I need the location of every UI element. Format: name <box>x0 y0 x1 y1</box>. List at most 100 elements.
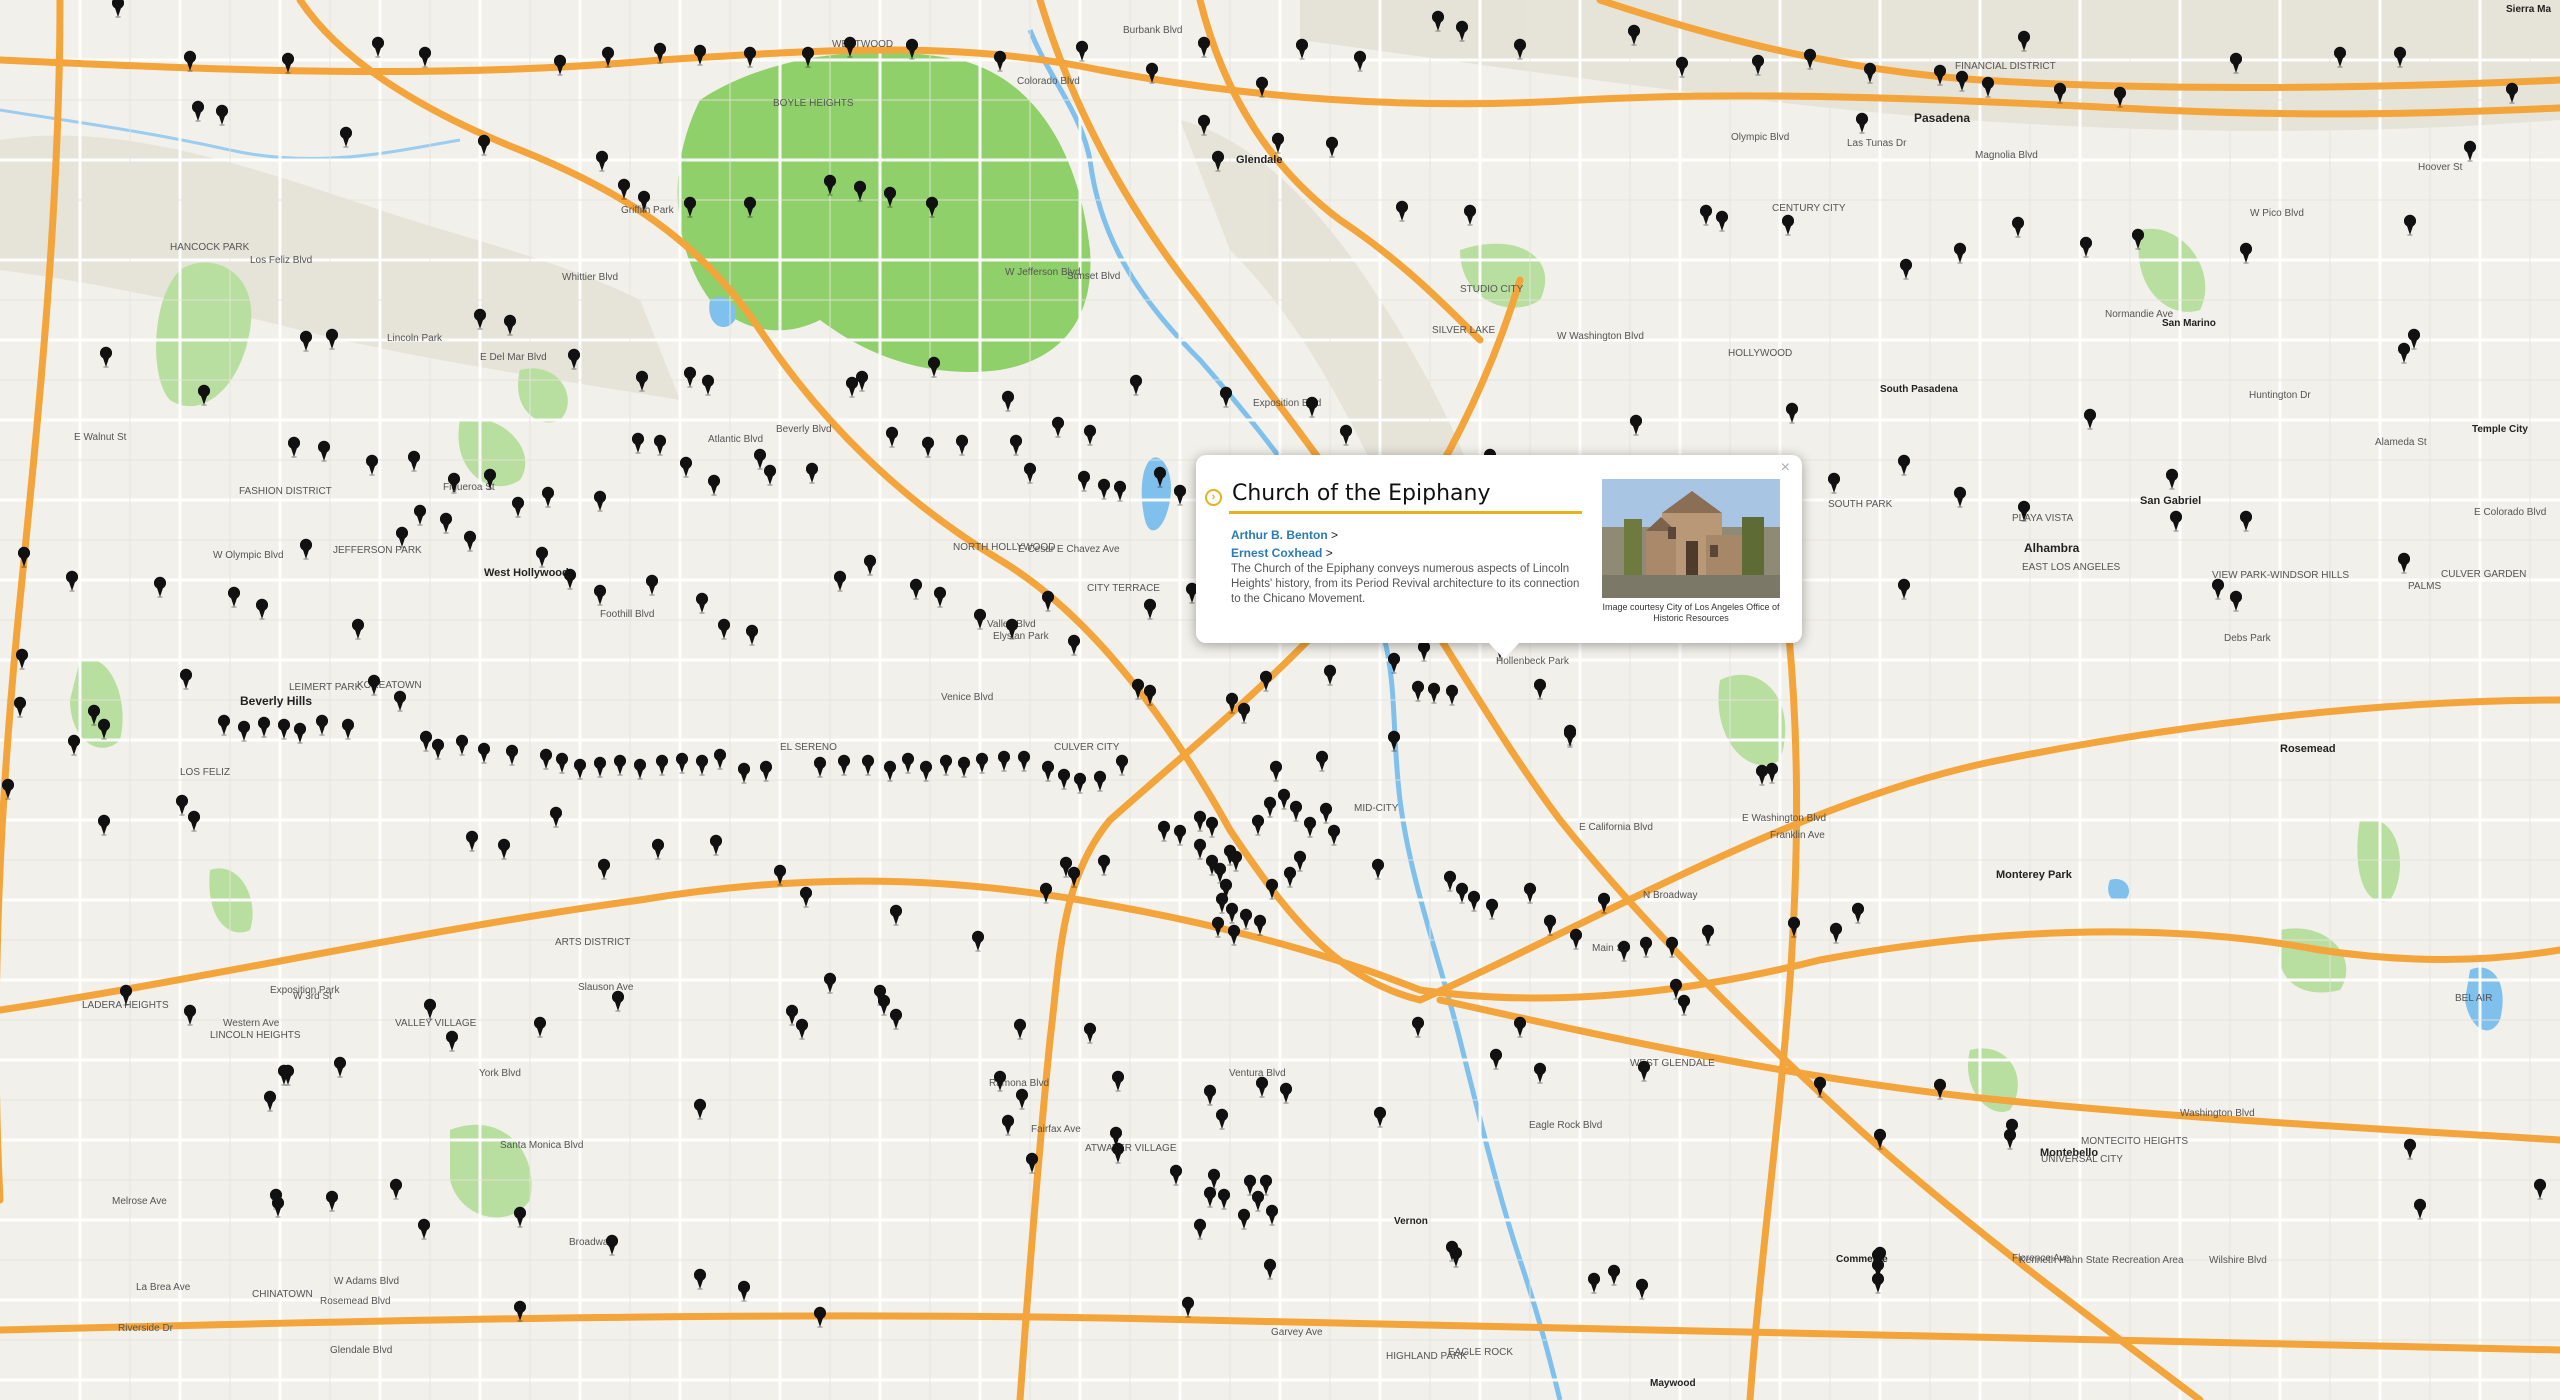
landmark-pin[interactable] <box>64 570 80 592</box>
landmark-pin[interactable] <box>472 308 488 330</box>
landmark-pin[interactable] <box>1040 590 1056 612</box>
landmark-pin[interactable] <box>822 174 838 196</box>
landmark-pin[interactable] <box>2402 214 2418 236</box>
landmark-pin[interactable] <box>2016 30 2032 52</box>
landmark-pin[interactable] <box>882 760 898 782</box>
landmark-pin[interactable] <box>178 668 194 690</box>
landmark-pin[interactable] <box>1586 1272 1602 1294</box>
landmark-pin[interactable] <box>324 1190 340 1212</box>
landmark-pin[interactable] <box>438 512 454 534</box>
landmark-pin[interactable] <box>1862 62 1878 84</box>
landmark-pin[interactable] <box>1430 10 1446 32</box>
landmark-pin[interactable] <box>2532 1178 2548 1200</box>
landmark-pin[interactable] <box>630 432 646 454</box>
landmark-pin[interactable] <box>1634 1278 1650 1300</box>
landmark-pin[interactable] <box>1008 434 1024 456</box>
landmark-pin[interactable] <box>262 1090 278 1112</box>
landmark-pin[interactable] <box>1082 424 1098 446</box>
landmark-pin[interactable] <box>1628 414 1644 436</box>
landmark-pin[interactable] <box>2210 578 2226 600</box>
landmark-pin[interactable] <box>1228 850 1244 872</box>
landmark-pin[interactable] <box>1324 136 1340 158</box>
landmark-pin[interactable] <box>314 714 330 736</box>
landmark-pin[interactable] <box>652 434 668 456</box>
landmark-pin[interactable] <box>2392 46 2408 68</box>
landmark-pin[interactable] <box>2332 46 2348 68</box>
landmark-pin[interactable] <box>510 496 526 518</box>
landmark-pin[interactable] <box>214 104 230 126</box>
landmark-pin[interactable] <box>388 1178 404 1200</box>
landmark-pin[interactable] <box>592 756 608 778</box>
landmark-pin[interactable] <box>1932 64 1948 86</box>
close-icon[interactable]: × <box>1781 459 1790 477</box>
landmark-pin[interactable] <box>2112 86 2128 108</box>
landmark-pin[interactable] <box>1294 38 1310 60</box>
landmark-pin[interactable] <box>186 810 202 832</box>
landmark-pin[interactable] <box>1236 1208 1252 1230</box>
landmark-pin[interactable] <box>1066 634 1082 656</box>
landmark-pin[interactable] <box>904 38 920 60</box>
landmark-pin[interactable] <box>1292 850 1308 872</box>
landmark-pin[interactable] <box>1304 396 1320 418</box>
landmark-pin[interactable] <box>1142 598 1158 620</box>
landmark-pin[interactable] <box>616 178 632 200</box>
landmark-pin[interactable] <box>1386 730 1402 752</box>
landmark-pin[interactable] <box>918 760 934 782</box>
landmark-pin[interactable] <box>1196 114 1212 136</box>
landmark-pin[interactable] <box>98 346 114 368</box>
landmark-pin[interactable] <box>96 718 112 740</box>
landmark-pin[interactable] <box>938 754 954 776</box>
landmark-pin[interactable] <box>1076 470 1092 492</box>
landmark-pin[interactable] <box>1264 1204 1280 1226</box>
landmark-pin[interactable] <box>1114 754 1130 776</box>
landmark-pin[interactable] <box>1000 390 1016 412</box>
landmark-pin[interactable] <box>1896 454 1912 476</box>
landmark-pin[interactable] <box>1954 70 1970 92</box>
landmark-pin[interactable] <box>2052 82 2068 104</box>
landmark-pin[interactable] <box>276 1064 292 1086</box>
landmark-pin[interactable] <box>12 696 28 718</box>
landmark-pin[interactable] <box>1462 204 1478 226</box>
landmark-pin[interactable] <box>2396 342 2412 364</box>
landmark-pin[interactable] <box>2130 228 2146 250</box>
landmark-pin[interactable] <box>1202 1186 1218 1208</box>
landmark-pin[interactable] <box>1488 1048 1504 1070</box>
landmark-pin[interactable] <box>430 738 446 760</box>
landmark-pin[interactable] <box>1024 1152 1040 1174</box>
landmark-pin[interactable] <box>280 52 296 74</box>
landmark-pin[interactable] <box>417 46 433 68</box>
landmark-pin[interactable] <box>1444 684 1460 706</box>
landmark-pin[interactable] <box>610 990 626 1012</box>
landmark-pin[interactable] <box>706 474 722 496</box>
landmark-pin[interactable] <box>118 984 134 1006</box>
landmark-pin[interactable] <box>1454 20 1470 42</box>
landmark-pin[interactable] <box>798 886 814 908</box>
landmark-pin[interactable] <box>1214 1108 1230 1130</box>
landmark-pin[interactable] <box>596 858 612 880</box>
landmark-pin[interactable] <box>392 690 408 712</box>
landmark-pin[interactable] <box>2168 510 2184 532</box>
landmark-pin[interactable] <box>182 1004 198 1026</box>
landmark-pin[interactable] <box>1802 48 1818 70</box>
landmark-pin[interactable] <box>924 196 940 218</box>
landmark-pin[interactable] <box>476 742 492 764</box>
landmark-pin[interactable] <box>996 750 1012 772</box>
landmark-pin[interactable] <box>1252 914 1268 936</box>
landmark-pin[interactable] <box>1264 878 1280 900</box>
landmark-pin[interactable] <box>1314 750 1330 772</box>
landmark-pin[interactable] <box>532 1016 548 1038</box>
landmark-pin[interactable] <box>882 186 898 208</box>
landmark-pin[interactable] <box>1322 664 1338 686</box>
landmark-pin[interactable] <box>1278 1082 1294 1104</box>
landmark-pin[interactable] <box>370 36 386 58</box>
landmark-pin[interactable] <box>2010 216 2026 238</box>
landmark-pin[interactable] <box>502 314 518 336</box>
landmark-pin[interactable] <box>350 618 366 640</box>
landmark-pin[interactable] <box>496 838 512 860</box>
landmark-pin[interactable] <box>1786 916 1802 938</box>
landmark-pin[interactable] <box>708 834 724 856</box>
landmark-pin[interactable] <box>1850 902 1866 924</box>
landmark-pin[interactable] <box>1180 1296 1196 1318</box>
landmark-pin[interactable] <box>1568 928 1584 950</box>
landmark-pin[interactable] <box>888 904 904 926</box>
